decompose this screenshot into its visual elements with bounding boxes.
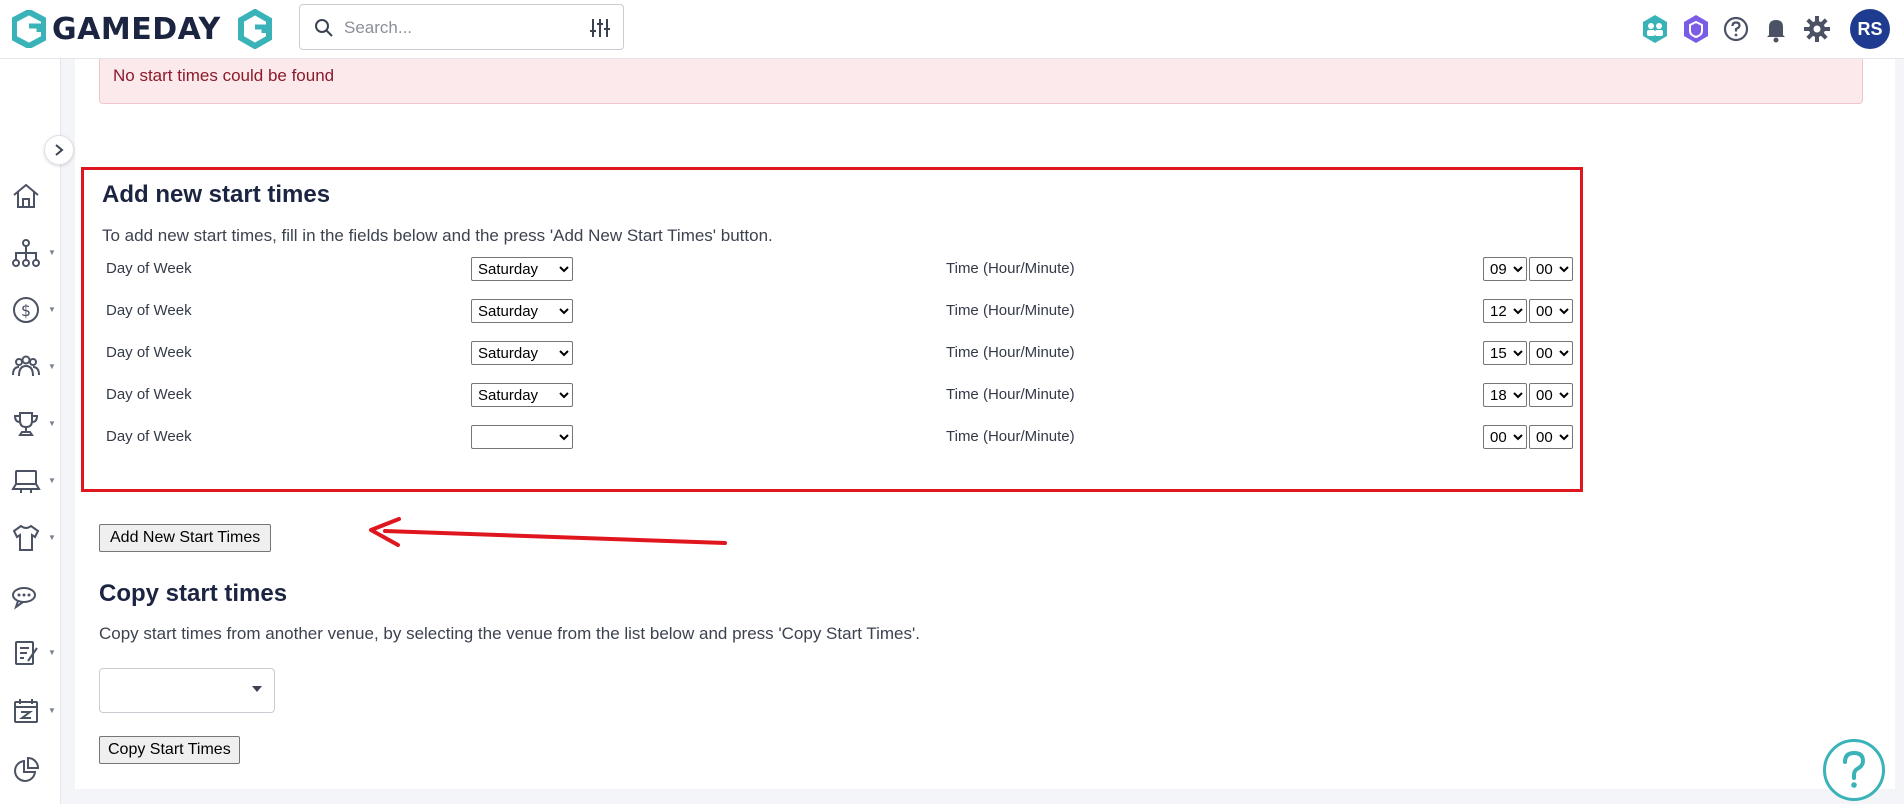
expand-caret-icon: ▼ (48, 419, 56, 428)
trophy-icon (13, 412, 39, 436)
calendar-icon (14, 699, 38, 723)
error-alert: No start times could be found (99, 59, 1863, 104)
org-chart-icon (12, 239, 40, 267)
day-of-week-label: Day of Week (106, 386, 192, 403)
jersey-icon (12, 524, 40, 551)
day-of-week-select[interactable]: Saturday (471, 341, 573, 365)
expand-caret-icon: ▼ (48, 476, 56, 485)
day-of-week-label: Day of Week (106, 302, 192, 319)
hour-select[interactable]: 09 (1483, 257, 1527, 281)
sidebar-item-members[interactable]: ▼ (10, 349, 58, 385)
caret-down-icon (252, 686, 262, 692)
time-label: Time (Hour/Minute) (946, 260, 1075, 277)
venue-icon (11, 470, 41, 493)
report-icon (15, 641, 38, 665)
sidebar-item-reports[interactable]: ▼ (10, 635, 58, 671)
minute-select[interactable]: 00 (1529, 341, 1573, 365)
sidebar-item-teams[interactable]: ▼ (10, 520, 58, 556)
minute-select[interactable]: 00 (1529, 257, 1573, 281)
day-of-week-select[interactable]: Saturday (471, 383, 573, 407)
expand-caret-icon: ▼ (48, 706, 56, 715)
copy-section-description: Copy start times from another venue, by … (99, 624, 920, 643)
copy-section-title: Copy start times (99, 580, 288, 607)
day-of-week-label: Day of Week (106, 428, 192, 445)
hour-select[interactable]: 12 (1483, 299, 1527, 323)
minute-select[interactable]: 00 (1529, 383, 1573, 407)
bell-icon[interactable] (1760, 13, 1792, 45)
pie-chart-icon (14, 756, 40, 782)
day-of-week-select[interactable]: Saturday (471, 299, 573, 323)
shield-app-icon[interactable] (1680, 13, 1712, 45)
copy-start-times-button[interactable]: Copy Start Times (99, 736, 240, 764)
expand-caret-icon: ▼ (48, 305, 56, 314)
main-content: No start times could be found Add new st… (75, 59, 1895, 789)
expand-caret-icon: ▼ (48, 533, 56, 542)
sidebar-item-organisation[interactable]: ▼ (10, 235, 58, 271)
gameday-logo-icon (12, 10, 46, 48)
sidebar-item-finance[interactable]: $ ▼ (10, 292, 58, 328)
day-of-week-select[interactable]: Saturday (471, 257, 573, 281)
top-bar: GAMEDAY Search... RS (0, 0, 1904, 59)
svg-text:$: $ (21, 301, 31, 320)
gameday-app-switcher-icon[interactable] (238, 9, 272, 49)
start-time-row: Day of Week Saturday Time (Hour/Minute) 12 0… (106, 296, 1573, 326)
red-arrow-annotation (369, 517, 727, 547)
hour-select[interactable]: 18 (1483, 383, 1527, 407)
add-new-start-times-button[interactable]: Add New Start Times (99, 524, 272, 552)
time-label: Time (Hour/Minute) (946, 344, 1075, 361)
start-time-row: Day of Week Saturday Time (Hour/Minute) 18 0… (106, 380, 1573, 410)
minute-select[interactable]: 00 (1529, 299, 1573, 323)
time-label: Time (Hour/Minute) (946, 302, 1075, 319)
day-of-week-label: Day of Week (106, 344, 192, 361)
sidebar-item-calendar[interactable]: ▼ (10, 693, 58, 729)
chat-icon (12, 587, 36, 610)
members-icon[interactable] (1639, 13, 1671, 45)
day-of-week-select[interactable] (471, 425, 573, 449)
sidebar-item-communications[interactable] (10, 578, 58, 614)
alert-text: No start times could be found (113, 66, 335, 85)
minute-select[interactable]: 00 (1529, 425, 1573, 449)
chevron-right-icon (55, 144, 64, 156)
question-mark-icon (1843, 750, 1866, 788)
expand-caret-icon: ▼ (48, 648, 56, 657)
gear-icon[interactable] (1801, 13, 1833, 45)
help-chat-button[interactable] (1823, 739, 1885, 801)
start-time-row: Day of Week Saturday Time (Hour/Minute) 15 0… (106, 338, 1573, 368)
sidebar-item-competitions[interactable]: ▼ (10, 406, 58, 442)
time-label: Time (Hour/Minute) (946, 386, 1075, 403)
sidebar-item-venues[interactable]: ▼ (10, 463, 58, 499)
expand-caret-icon: ▼ (48, 362, 56, 371)
gameday-logo[interactable]: GAMEDAY (12, 10, 221, 48)
add-start-times-section: Add new start times To add new start tim… (81, 167, 1583, 492)
hour-select[interactable]: 00 (1483, 425, 1527, 449)
home-icon (13, 183, 39, 208)
add-section-title: Add new start times (102, 181, 331, 208)
dollar-icon: $ (13, 297, 39, 323)
hour-select[interactable]: 15 (1483, 341, 1527, 365)
day-of-week-label: Day of Week (106, 260, 192, 277)
brand-name: GAMEDAY (52, 11, 221, 47)
search-icon (315, 19, 333, 37)
search-input[interactable] (344, 15, 574, 41)
people-icon (12, 355, 40, 377)
sidebar-item-analytics[interactable] (10, 752, 58, 788)
filter-sliders-icon[interactable] (589, 17, 611, 39)
sidebar-item-home[interactable] (10, 178, 58, 214)
help-icon[interactable] (1720, 13, 1752, 45)
time-label: Time (Hour/Minute) (946, 428, 1075, 445)
venue-select[interactable] (99, 668, 275, 713)
sidebar-expand-button[interactable] (44, 135, 74, 165)
expand-caret-icon: ▼ (48, 248, 56, 257)
start-time-row: Day of Week Saturday Time (Hour/Minute) 09 0… (106, 254, 1573, 284)
search-box (299, 4, 624, 50)
user-avatar[interactable]: RS (1850, 9, 1890, 49)
start-time-row: Day of Week Time (Hour/Minute) 00 00 (106, 422, 1573, 452)
add-section-description: To add new start times, fill in the fiel… (102, 226, 773, 245)
